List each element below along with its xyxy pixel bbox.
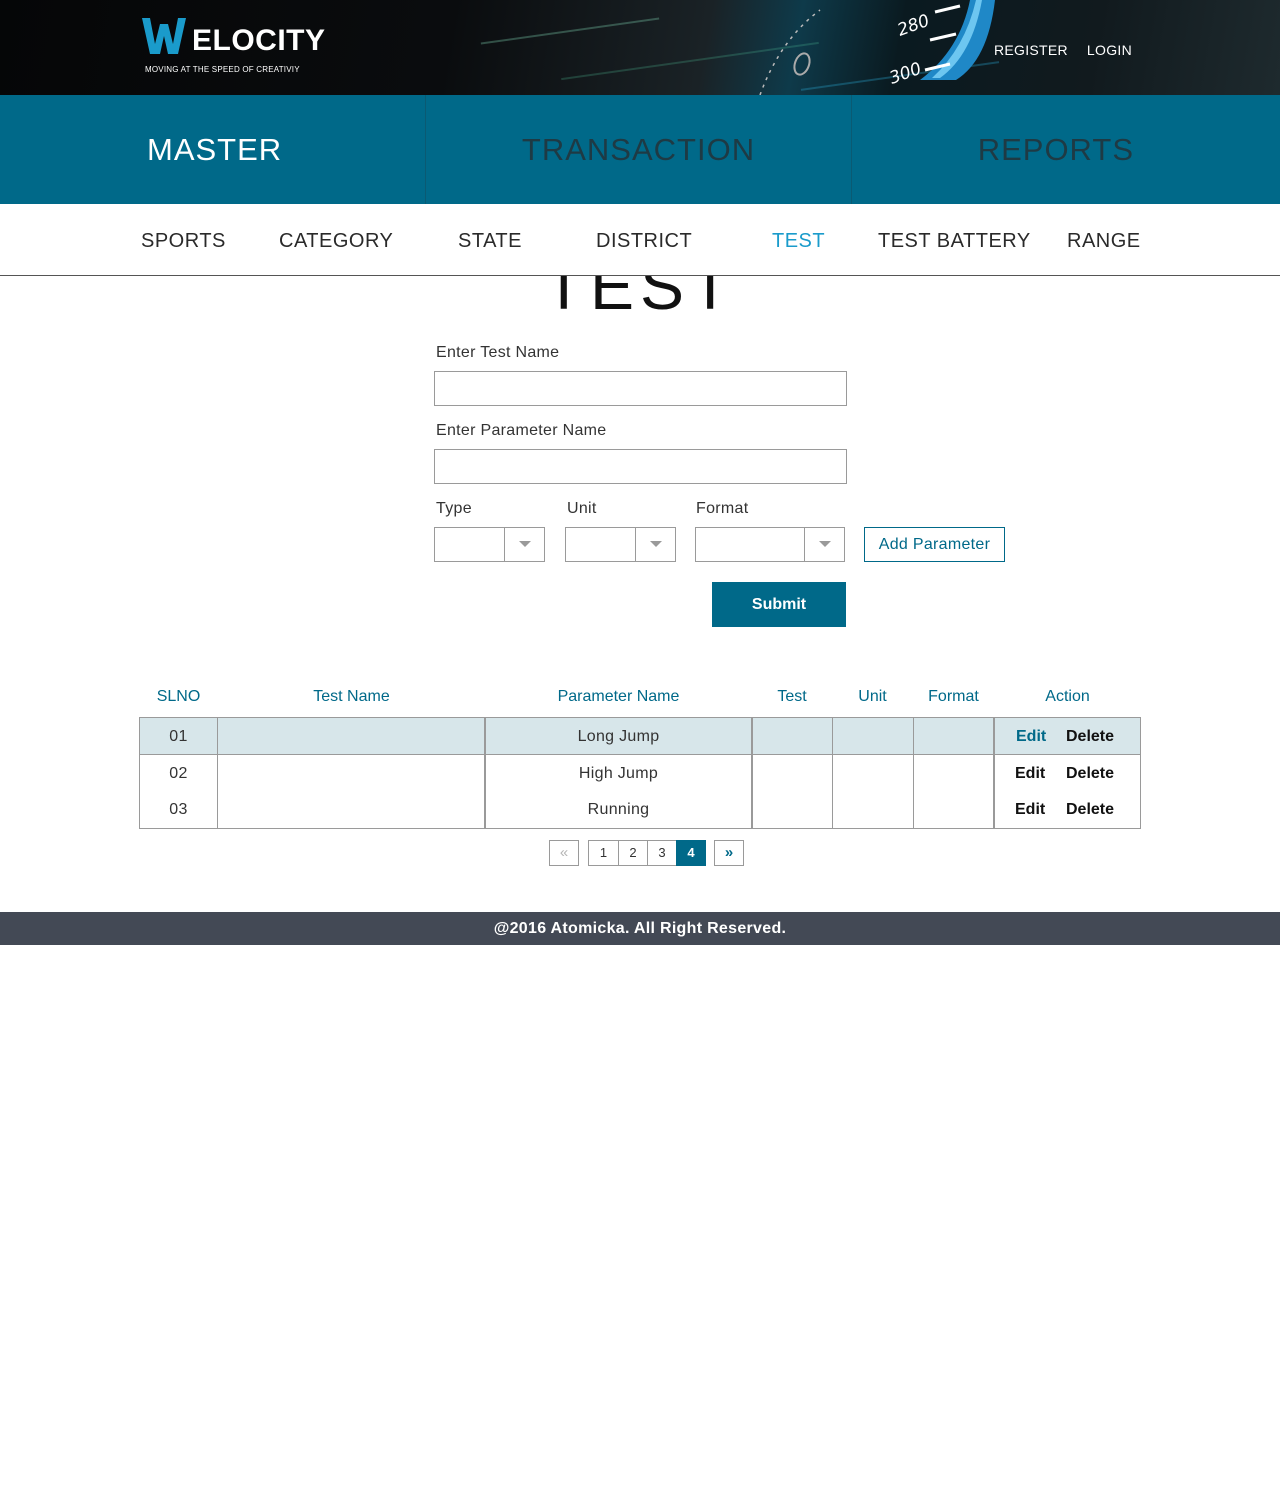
chevron-down-icon [819, 541, 831, 547]
column-divider [832, 718, 833, 828]
column-header-action: Action [1045, 688, 1090, 705]
cell-parameter-name: Running [587, 801, 650, 818]
speedometer-label-300: 300 [887, 59, 924, 89]
edit-button[interactable]: Edit [1015, 765, 1045, 783]
sub-nav: SPORTS CATEGORY STATE DISTRICT TEST TEST… [0, 204, 1280, 276]
subnav-item-range[interactable]: RANGE [1067, 230, 1141, 253]
subnav-item-test-battery[interactable]: TEST BATTERY [878, 230, 1031, 253]
header-links: REGISTER LOGIN [994, 42, 1132, 58]
column-header-test: Test [777, 688, 807, 705]
column-header-parameter-name: Parameter Name [557, 688, 680, 705]
logo-w-icon [142, 18, 186, 54]
subnav-item-sports[interactable]: SPORTS [141, 230, 226, 253]
column-divider [751, 718, 753, 828]
pagination-page-1[interactable]: 1 [588, 840, 619, 866]
column-divider [217, 718, 218, 828]
page-title: TEST [543, 276, 737, 323]
submit-button[interactable]: Submit [712, 582, 846, 627]
cell-parameter-name: High Jump [578, 765, 659, 782]
unit-select[interactable] [565, 527, 676, 562]
data-table: 01 Long Jump Edit Delete 02 High Jump Ed… [139, 717, 1141, 829]
subnav-item-district[interactable]: DISTRICT [596, 230, 692, 253]
main-tab-master[interactable]: MASTER [0, 95, 426, 204]
format-label: Format [696, 500, 749, 517]
header-motion-streak [480, 17, 660, 45]
type-select[interactable] [434, 527, 545, 562]
test-name-label: Enter Test Name [436, 344, 560, 361]
subnav-item-test[interactable]: TEST [772, 230, 825, 253]
speedometer-graphic: 280 300 [759, 0, 995, 95]
brand-logo[interactable]: ELOCITY MOVING AT THE SPEED OF CREATIVIY [140, 14, 325, 76]
site-header: ELOCITY MOVING AT THE SPEED OF CREATIVIY… [0, 0, 1280, 95]
brand-name: ELOCITY [192, 24, 326, 57]
column-divider [993, 718, 995, 828]
brand-tagline: MOVING AT THE SPEED OF CREATIVIY [145, 65, 300, 74]
subnav-item-category[interactable]: CATEGORY [279, 230, 393, 253]
table-header: SLNO Test Name Parameter Name Test Unit … [0, 688, 1280, 708]
delete-button[interactable]: Delete [1066, 801, 1114, 819]
edit-button[interactable]: Edit [1015, 801, 1045, 819]
pagination-page-4[interactable]: 4 [676, 840, 706, 866]
unit-select-toggle[interactable] [635, 528, 675, 561]
add-parameter-button[interactable]: Add Parameter [864, 527, 1005, 562]
login-link[interactable]: LOGIN [1087, 42, 1132, 58]
delete-button[interactable]: Delete [1066, 765, 1114, 783]
type-select-toggle[interactable] [504, 528, 544, 561]
chevron-down-icon [650, 541, 662, 547]
site-footer: @2016 Atomicka. All Right Reserved. [0, 912, 1280, 945]
parameter-name-input[interactable] [434, 449, 847, 484]
unit-label: Unit [567, 500, 597, 517]
edit-button[interactable]: Edit [1016, 728, 1046, 746]
type-label: Type [436, 500, 472, 517]
parameter-name-label: Enter Parameter Name [436, 422, 607, 439]
pagination-next-button[interactable]: » [714, 840, 744, 866]
column-divider [913, 718, 914, 828]
pagination-page-3[interactable]: 3 [647, 840, 677, 866]
main-nav: MASTER TRANSACTION REPORTS [0, 95, 1280, 204]
pagination-prev-button[interactable]: « [549, 840, 579, 866]
column-header-slno: SLNO [156, 688, 201, 705]
cell-slno: 01 [169, 728, 188, 745]
format-select-toggle[interactable] [804, 528, 844, 561]
format-select[interactable] [695, 527, 845, 562]
main-tab-reports[interactable]: REPORTS [852, 95, 1280, 204]
register-link[interactable]: REGISTER [994, 42, 1068, 58]
cell-slno: 02 [169, 765, 188, 782]
speedometer-label-280: 280 [895, 11, 932, 41]
subnav-item-state[interactable]: STATE [458, 230, 522, 253]
pagination-pages: 1 2 3 4 [588, 840, 706, 866]
pagination-page-2[interactable]: 2 [618, 840, 648, 866]
page-title-wrap: TEST [0, 276, 1280, 326]
chevron-down-icon [519, 541, 531, 547]
main-tab-transaction[interactable]: TRANSACTION [426, 95, 852, 204]
delete-button[interactable]: Delete [1066, 728, 1114, 746]
column-header-unit: Unit [858, 688, 887, 705]
column-header-format: Format [928, 688, 979, 705]
cell-parameter-name: Long Jump [577, 728, 660, 745]
cell-slno: 03 [169, 801, 188, 818]
test-name-input[interactable] [434, 371, 847, 406]
column-header-test-name: Test Name [313, 688, 390, 705]
